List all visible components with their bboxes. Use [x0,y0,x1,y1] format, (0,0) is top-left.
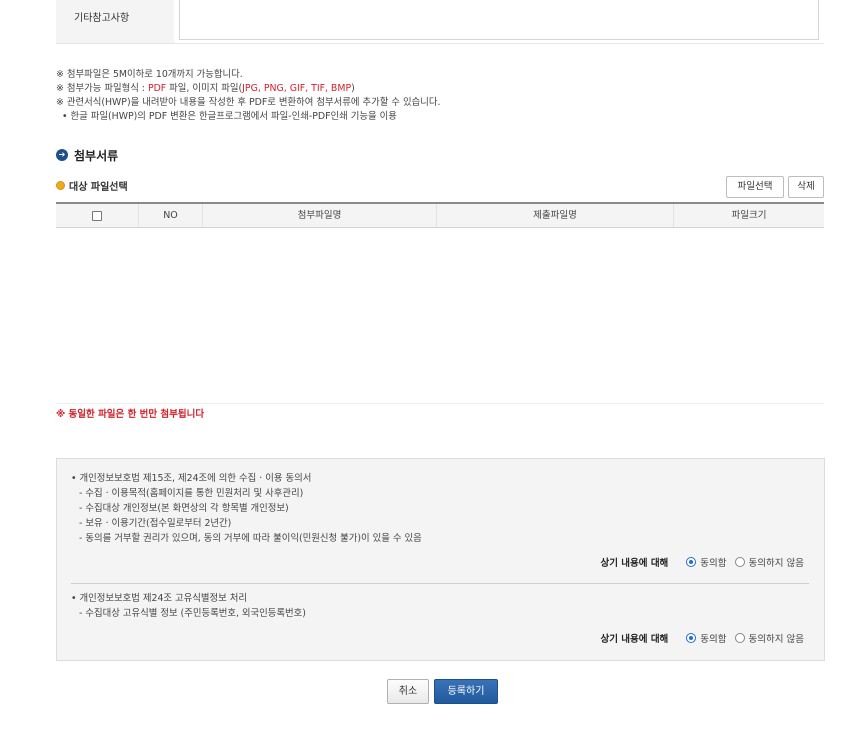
disagree-option-1[interactable]: 동의하지 않음 [734,555,804,569]
attachment-notes: ※ 첨부파일은 5M이하로 10개까지 가능합니다. ※ 첨부가능 파일형식 :… [56,68,816,124]
section-title-attachments: ➔ 첨부서류 [56,147,118,163]
etc-textarea[interactable] [179,0,819,40]
consent-options-1: 상기 내용에 대해 동의함 동의하지 않음 [601,555,804,569]
privacy-agreement-box: • 개인정보보호법 제15조, 제24조에 의한 수집 · 이용 동의서 - 수… [56,458,825,661]
select-all-cell [56,204,139,227]
submit-button[interactable]: 등록하기 [434,679,498,704]
agree-option-2[interactable]: 동의함 [686,631,727,645]
bullet-dot-icon [56,180,65,190]
col-file-size: 파일크기 [731,210,767,221]
subtitle-file-select: 대상 파일선택 [56,178,128,193]
disagree-radio-2[interactable] [734,633,745,643]
col-submitted-filename: 제출파일명 [437,204,674,227]
disagree-radio-1[interactable] [734,557,745,567]
attachment-table: NO 첨부파일명 제출파일명 파일크기 [56,202,824,404]
arrow-circle-icon: ➔ [56,149,68,161]
note-size-limit: ※ 첨부파일은 5M이하로 10개까지 가능합니다. [56,69,243,80]
etc-label: 기타참고사항 [56,0,174,43]
note-file-types: ※ 첨부가능 파일형식 : PDF 파일, 이미지 파일(JPG, PNG, G… [56,83,355,94]
cancel-button[interactable]: 취소 [387,679,429,704]
agree-radio-2[interactable] [686,633,697,643]
table-header: NO 첨부파일명 제출파일명 파일크기 [56,202,824,228]
agreement-text-2: • 개인정보보호법 제24조 고유식별정보 처리 - 수집대상 고유식별 정보 … [71,593,306,619]
note-hwp-howto: • 한글 파일(HWP)의 PDF 변환은 한글프로그램에서 파일-인쇄-PDF… [62,111,397,122]
file-select-button[interactable]: 파일선택 [726,176,784,198]
agree-radio-1[interactable] [686,557,697,567]
agreement-divider [71,583,809,584]
agree-option-1[interactable]: 동의함 [686,555,727,569]
note-hwp-convert: ※ 관련서식(HWP)을 내려받아 내용을 작성한 후 PDF로 변환하여 첨부… [56,97,441,108]
select-all-checkbox[interactable] [92,210,102,221]
table-body [56,228,824,404]
etc-row: 기타참고사항 [56,0,824,44]
consent-options-2: 상기 내용에 대해 동의함 동의하지 않음 [601,631,804,645]
duplicate-file-warning: ※ 동일한 파일은 한 번만 첨부됩니다 [56,409,205,420]
col-no: NO [139,204,203,227]
col-attached-filename: 첨부파일명 [203,204,437,227]
agreement-text-1: • 개인정보보호법 제15조, 제24조에 의한 수집 · 이용 동의서 - 수… [71,473,422,544]
disagree-option-2[interactable]: 동의하지 않음 [734,631,804,645]
delete-button[interactable]: 삭제 [788,176,824,198]
